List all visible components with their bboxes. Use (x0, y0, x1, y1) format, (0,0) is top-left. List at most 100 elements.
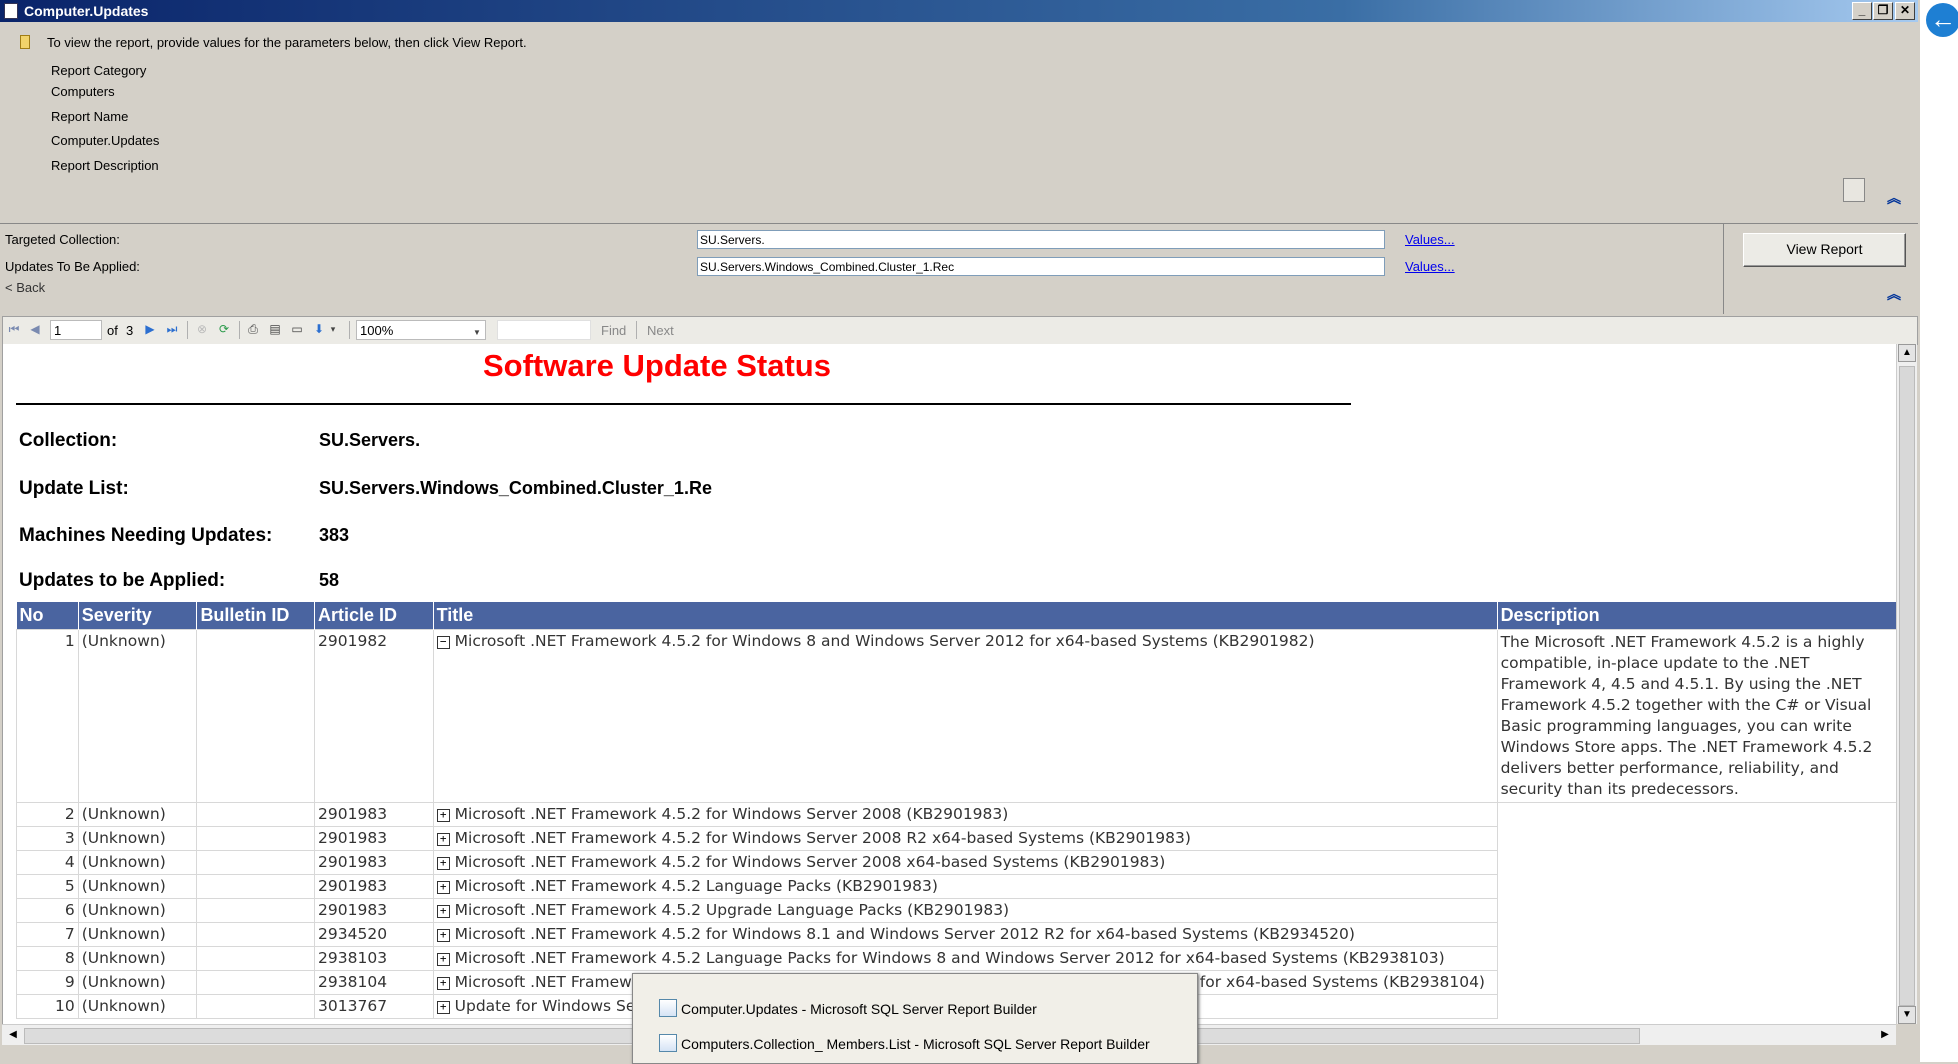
targeted-collection-values-link[interactable]: Values... (1405, 232, 1455, 247)
cell-no: 4 (16, 850, 79, 875)
collapse-info-icon[interactable]: ︽ (1887, 191, 1901, 206)
scroll-down-icon[interactable]: ▼ (1898, 1006, 1916, 1024)
expand-icon[interactable]: + (436, 977, 450, 990)
taskbar-window-list: Computer.Updates - Microsoft SQL Server … (632, 973, 1198, 1064)
cell-severity: (Unknown) (77, 802, 198, 827)
report-description-label: Report Description (51, 158, 159, 173)
cell-bulletin-id (196, 629, 316, 803)
machines-needing-updates-value: 383 (319, 525, 350, 545)
taskbar-item-collection-members[interactable]: Computers.Collection_ Members.List - Mic… (659, 1034, 1150, 1052)
taskbar-item-label: Computers.Collection_ Members.List - Mic… (681, 1036, 1150, 1052)
find-button[interactable]: Find (601, 323, 626, 338)
print-layout-icon[interactable]: ▤ (269, 323, 281, 336)
expand-icon[interactable]: + (436, 953, 450, 966)
column-header: Article ID (314, 602, 434, 630)
expand-icon[interactable]: + (436, 1001, 450, 1014)
expand-icon[interactable]: + (436, 833, 450, 846)
stop-icon[interactable]: ⊗ (196, 323, 208, 336)
scroll-right-icon[interactable]: ▶ (1876, 1026, 1894, 1044)
cell-article-id: 2934520 (314, 922, 434, 947)
expand-icon[interactable]: + (436, 809, 450, 822)
last-page-icon[interactable]: ⏭ (166, 323, 178, 336)
title-text: Microsoft .NET Framework 4.5.2 for Windo… (454, 805, 1009, 823)
cell-bulletin-id (196, 874, 316, 899)
export-dropdown-icon[interactable]: ▾ (327, 323, 339, 336)
back-arrow-icon[interactable]: ← (1920, 0, 1958, 42)
close-icon[interactable]: ✕ (1895, 2, 1915, 20)
column-header: No (16, 602, 79, 630)
report-builder-icon (659, 999, 677, 1017)
print-icon[interactable]: ⎙ (247, 323, 259, 336)
expand-icon[interactable]: + (436, 905, 450, 918)
title-text: Update for Windows Se (454, 997, 636, 1015)
window-title: Computer.Updates (24, 3, 149, 19)
scroll-up-icon[interactable]: ▲ (1898, 344, 1916, 362)
cell-title: + Microsoft .NET Framework 4.5.2 for Wind… (432, 850, 1498, 875)
table-row: 1 (Unknown) 2901982− Microsoft .NET Framewo… (16, 629, 1897, 803)
cell-article-id: 2938103 (314, 946, 434, 971)
cell-severity: (Unknown) (77, 629, 198, 803)
expand-icon[interactable]: + (436, 929, 450, 942)
cell-bulletin-id (196, 994, 316, 1019)
previous-page-icon[interactable]: ◀ (29, 323, 41, 336)
updates-values-link[interactable]: Values... (1405, 259, 1455, 274)
report-name-value: Computer.Updates (51, 133, 160, 148)
taskbar-item-computer-updates[interactable]: Computer.Updates - Microsoft SQL Server … (659, 999, 1037, 1017)
collapse-icon[interactable]: − (436, 636, 450, 649)
report-title: Software Update Status (483, 348, 831, 383)
info-icon (20, 35, 30, 49)
report-info-area: To view the report, provide values for t… (0, 22, 1918, 222)
restore-icon[interactable]: ❐ (1873, 2, 1893, 20)
collapse-params-icon[interactable]: ︽ (1887, 287, 1901, 302)
cell-article-id: 2901983 (314, 826, 434, 851)
find-input[interactable] (497, 320, 591, 340)
report-name-label: Report Name (51, 109, 129, 124)
cell-no: 7 (16, 922, 79, 947)
column-header: Description (1497, 602, 1897, 630)
cell-severity: (Unknown) (77, 874, 198, 899)
cell-severity: (Unknown) (77, 922, 198, 947)
export-icon[interactable]: ⬇ (313, 323, 325, 336)
app-icon (4, 3, 18, 19)
params-separator (1723, 224, 1724, 314)
cell-severity: (Unknown) (77, 898, 198, 923)
refresh-icon[interactable]: ⟳ (218, 323, 230, 336)
title-text: Microsoft .NET Framework 4.5.2 Language … (454, 949, 1445, 967)
expand-icon[interactable]: + (436, 857, 450, 870)
cell-bulletin-id (196, 946, 316, 971)
current-page-input[interactable]: 1 (50, 320, 102, 340)
vertical-scrollbar[interactable]: ▲ ▼ (1896, 344, 1917, 1024)
view-report-button[interactable]: View Report (1743, 233, 1906, 267)
window-title-bar: Computer.Updates _ ❐ ✕ (0, 0, 1918, 22)
vertical-scroll-thumb[interactable] (1899, 366, 1915, 1006)
cell-severity: (Unknown) (77, 994, 198, 1019)
back-link[interactable]: < Back (5, 280, 45, 295)
scroll-left-icon[interactable]: ◀ (4, 1026, 22, 1044)
expand-icon[interactable]: + (436, 881, 450, 894)
cell-title: + Microsoft .NET Framework 4.5.2 Language… (432, 874, 1498, 899)
cell-article-id: 2901983 (314, 802, 434, 827)
updates-to-apply-field[interactable]: SU.Servers.Windows_Combined.Cluster_1.Re… (697, 257, 1385, 276)
machines-needing-updates-label: Machines Needing Updates: (19, 525, 273, 546)
table-row: 2 (Unknown) 2901983 + Microsoft .NET Framewo… (16, 802, 1897, 1019)
minimize-icon[interactable]: _ (1852, 2, 1872, 20)
cell-description (1496, 802, 1897, 1019)
next-page-icon[interactable]: ▶ (144, 323, 156, 336)
first-page-icon[interactable]: ⏮ (8, 323, 20, 336)
info-scroll-icon[interactable] (1843, 178, 1865, 202)
updates-to-be-applied-value: 58 (319, 570, 340, 590)
cell-no: 8 (16, 946, 79, 971)
table-header-row: No Severity Bulletin ID Article ID Title Desc… (16, 602, 1897, 630)
cell-article-id: 2938104 (314, 970, 434, 995)
page-setup-icon[interactable]: ▭ (291, 323, 303, 336)
updates-to-be-applied-label: Updates to be Applied: (19, 570, 226, 591)
targeted-collection-field[interactable]: SU.Servers. (697, 230, 1385, 249)
collection-label: Collection: (19, 430, 118, 451)
zoom-select[interactable]: 100% (356, 320, 486, 340)
cell-title: + Microsoft .NET Framework 4.5.2 for Wind… (432, 922, 1498, 947)
zoom-dropdown-icon[interactable]: ▼ (471, 326, 483, 339)
report-category-value: Computers (51, 84, 115, 99)
title-text: Microsoft .NET Framework 4.5.2 for Windo… (454, 853, 1166, 871)
find-next-button[interactable]: Next (647, 323, 674, 338)
cell-bulletin-id (196, 802, 316, 827)
